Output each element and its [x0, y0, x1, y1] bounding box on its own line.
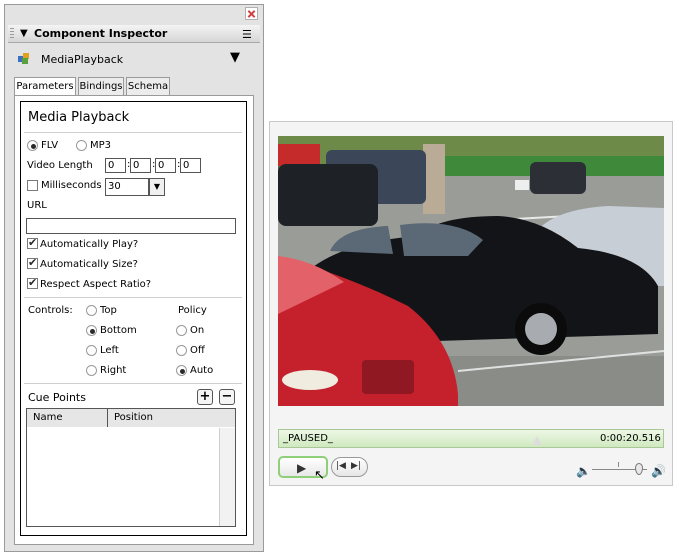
volume-knob[interactable] [634, 463, 643, 475]
panel-menu-icon[interactable]: ☰ [242, 28, 252, 41]
url-label: URL [27, 200, 47, 211]
radio-controls-left[interactable] [86, 345, 97, 356]
section-title: Media Playback [28, 110, 130, 125]
play-icon: ▶ [297, 461, 307, 475]
aspect-ratio-label: Respect Aspect Ratio? [40, 279, 152, 290]
video-length-frames[interactable]: 0 [180, 158, 201, 173]
radio-policy-auto[interactable] [176, 365, 187, 376]
cue-column-name[interactable]: Name [33, 412, 63, 423]
radio-policy-on[interactable] [176, 325, 187, 336]
column-divider [107, 408, 108, 428]
close-icon[interactable] [245, 7, 258, 20]
policy-off-label: Off [190, 345, 205, 356]
auto-size-label: Automatically Size? [40, 259, 138, 270]
auto-size-checkbox[interactable] [27, 256, 38, 269]
divider [24, 132, 242, 133]
url-input[interactable] [26, 218, 236, 234]
chevron-down-icon[interactable]: ▼ [149, 178, 165, 196]
policy-on-label: On [190, 325, 205, 336]
controls-label: Controls: [28, 305, 73, 316]
cue-points-scrollbar[interactable] [219, 428, 235, 526]
radio-flv-label: FLV [41, 140, 59, 151]
radio-mp3-label: MP3 [90, 140, 112, 151]
remove-cue-point-button[interactable]: − [219, 389, 235, 405]
component-dropdown-icon[interactable]: ▼ [230, 50, 240, 65]
playback-time: 0:00:20.516 [600, 433, 661, 444]
milliseconds-checkbox[interactable] [27, 180, 38, 191]
policy-label: Policy [178, 305, 207, 316]
controls-right-label: Right [100, 365, 127, 376]
seek-buttons: |◀ ▶| [331, 457, 368, 477]
grip-icon[interactable] [10, 28, 14, 40]
tab-bindings[interactable]: Bindings [78, 77, 124, 96]
volume-low-icon[interactable]: 🔈 [576, 464, 591, 478]
radio-flv[interactable] [27, 140, 38, 151]
playback-status: _PAUSED_ [283, 433, 333, 444]
divider [24, 383, 242, 384]
policy-auto-label: Auto [190, 365, 214, 376]
radio-controls-bottom[interactable] [86, 325, 97, 336]
volume-high-icon[interactable]: 🔊 [651, 464, 666, 478]
controls-bottom-label: Bottom [100, 325, 137, 336]
radio-controls-top[interactable] [86, 305, 97, 316]
volume-tick [618, 462, 619, 467]
radio-policy-off[interactable] [176, 345, 187, 356]
cue-points-list[interactable] [26, 427, 236, 527]
controls-top-label: Top [100, 305, 117, 316]
video-frame[interactable] [278, 136, 664, 406]
cue-column-position[interactable]: Position [114, 412, 153, 423]
fast-forward-icon[interactable]: ▶| [351, 461, 361, 471]
aspect-ratio-checkbox[interactable] [27, 276, 38, 289]
panel-title: Component Inspector [34, 27, 168, 40]
video-length-minutes[interactable]: 0 [130, 158, 151, 173]
auto-play-checkbox[interactable] [27, 236, 38, 249]
divider [24, 297, 242, 298]
radio-mp3[interactable] [76, 140, 87, 151]
mouse-cursor-icon: ↖ [314, 468, 325, 483]
tab-schema[interactable]: Schema [126, 77, 170, 96]
radio-controls-right[interactable] [86, 365, 97, 376]
component-name: MediaPlayback [41, 53, 124, 66]
milliseconds-label: Milliseconds [41, 180, 102, 191]
collapse-triangle-icon[interactable]: ▼ [20, 28, 28, 39]
fps-select[interactable]: 30 [105, 178, 149, 196]
component-icon [18, 53, 29, 64]
tab-parameters[interactable]: Parameters [14, 77, 76, 97]
panel-titlebar[interactable]: ▼ Component Inspector ☰ [8, 25, 260, 43]
controls-left-label: Left [100, 345, 119, 356]
video-length-label: Video Length [27, 160, 93, 171]
video-length-seconds[interactable]: 0 [155, 158, 176, 173]
cue-points-label: Cue Points [28, 391, 86, 404]
auto-play-label: Automatically Play? [40, 239, 139, 250]
progress-handle[interactable] [531, 436, 542, 445]
video-length-hours[interactable]: 0 [105, 158, 126, 173]
add-cue-point-button[interactable]: + [197, 389, 213, 405]
rewind-icon[interactable]: |◀ [336, 461, 346, 471]
